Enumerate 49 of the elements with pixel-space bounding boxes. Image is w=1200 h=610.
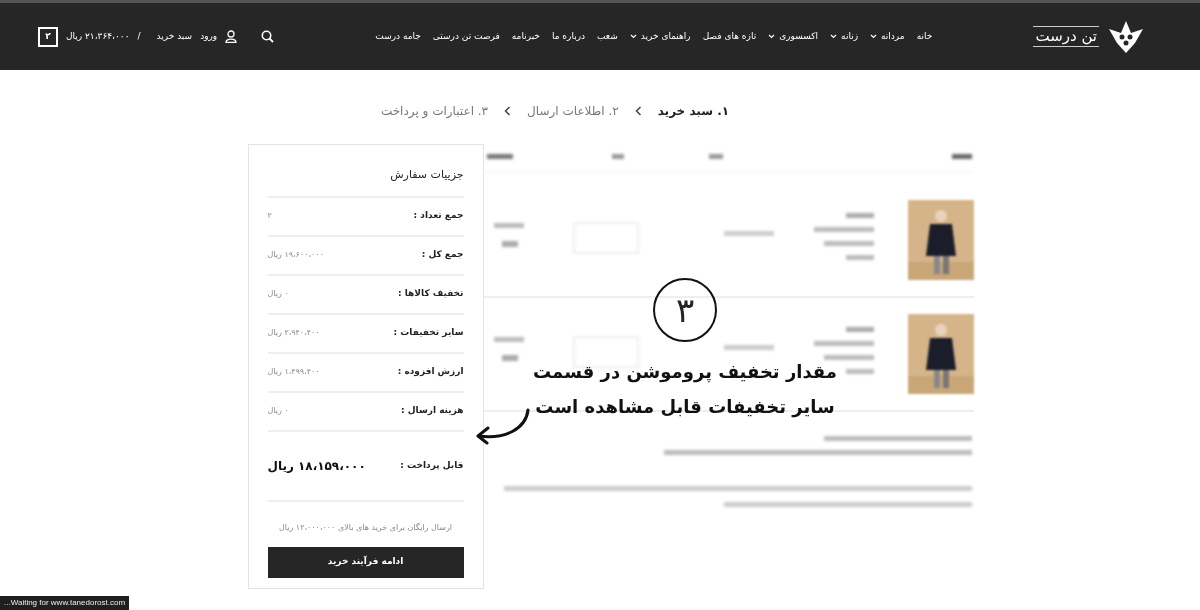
checkout-step[interactable]: ۳. اعتبارات و پرداخت: [380, 102, 489, 120]
chevron-down-icon: [870, 34, 877, 39]
payable-label: قابل پرداخت :: [400, 458, 464, 472]
continue-button[interactable]: ادامه فرآیند خرید: [267, 546, 464, 578]
summary-value: ۱،۴۹۹،۴۰۰ ریال: [267, 366, 320, 378]
payable-value: ۱۸،۱۵۹،۰۰۰ ریال: [267, 457, 366, 475]
nav-link[interactable]: اکسسوری: [762, 29, 825, 44]
search-icon[interactable]: [261, 30, 275, 43]
nav-link[interactable]: مردانه: [864, 29, 911, 44]
summary-value: ۲: [267, 210, 272, 222]
summary-label: جمع کل :: [421, 248, 464, 262]
cart-bag-icon[interactable]: ۲: [38, 26, 58, 47]
cart-label[interactable]: سبد خرید: [156, 29, 193, 44]
cart-total: ۲۱،۳۶۴،۰۰۰ ریال: [66, 29, 130, 43]
summary-label: ارزش افزوده :: [397, 365, 464, 379]
nav-link[interactable]: شعب: [591, 29, 624, 44]
nav-link[interactable]: جامه درست: [369, 29, 427, 44]
chevron-left-icon: [634, 106, 642, 116]
summary-value: ۱۹،۶۰۰،۰۰۰ ریال: [267, 249, 324, 261]
nav-link[interactable]: فرصت تن درستی: [426, 29, 506, 44]
chevron-down-icon: [629, 34, 637, 39]
nav-link[interactable]: زنانه: [824, 29, 864, 44]
status-bar: Waiting for www.tanedorost.com...: [0, 596, 130, 610]
separator-text: /: [137, 29, 141, 43]
nav-link[interactable]: درباره ما: [545, 29, 592, 44]
login-link[interactable]: ورود: [200, 29, 218, 44]
summary-title: جزییات سفارش: [267, 167, 464, 198]
summary-label: تخفیف کالاها :: [397, 287, 464, 301]
nav-link[interactable]: راهنمای خرید: [623, 29, 697, 44]
summary-label: جمع تعداد :: [413, 209, 464, 223]
nav-link[interactable]: خبرنامه: [505, 29, 546, 44]
free-shipping-note: ارسال رایگان برای خرید های بالای ۱۲،۰۰۰،۰۰۰ ریال: [277, 521, 454, 534]
chevron-left-icon: [504, 106, 512, 116]
annotation-text: مقدار تخفیف پروموشن در قسمت: [533, 360, 837, 385]
summary-value: ۲،۹۴۰،۴۰۰ ریال: [267, 327, 320, 339]
summary-value: ۰ ریال: [267, 405, 289, 417]
nav-link[interactable]: تازه های فصل: [696, 29, 763, 44]
logo-text[interactable]: تن درست: [1033, 25, 1099, 48]
chevron-down-icon: [768, 34, 776, 39]
user-icon[interactable]: [225, 30, 238, 43]
annotation-text: سایر تخفیفات قابل مشاهده است: [535, 395, 835, 420]
chevron-down-icon: [830, 34, 838, 39]
summary-label: هزینه ارسال :: [400, 404, 464, 418]
annotation-number: ۳: [653, 278, 717, 342]
summary-label: سایر تخفیفات :: [393, 326, 464, 340]
summary-value: ۰ ریال: [267, 288, 289, 300]
checkout-step[interactable]: ۱. سبد خرید: [657, 102, 730, 120]
nav-link[interactable]: خانه: [910, 29, 939, 44]
checkout-step[interactable]: ۲. اطلاعات ارسال: [527, 102, 619, 120]
